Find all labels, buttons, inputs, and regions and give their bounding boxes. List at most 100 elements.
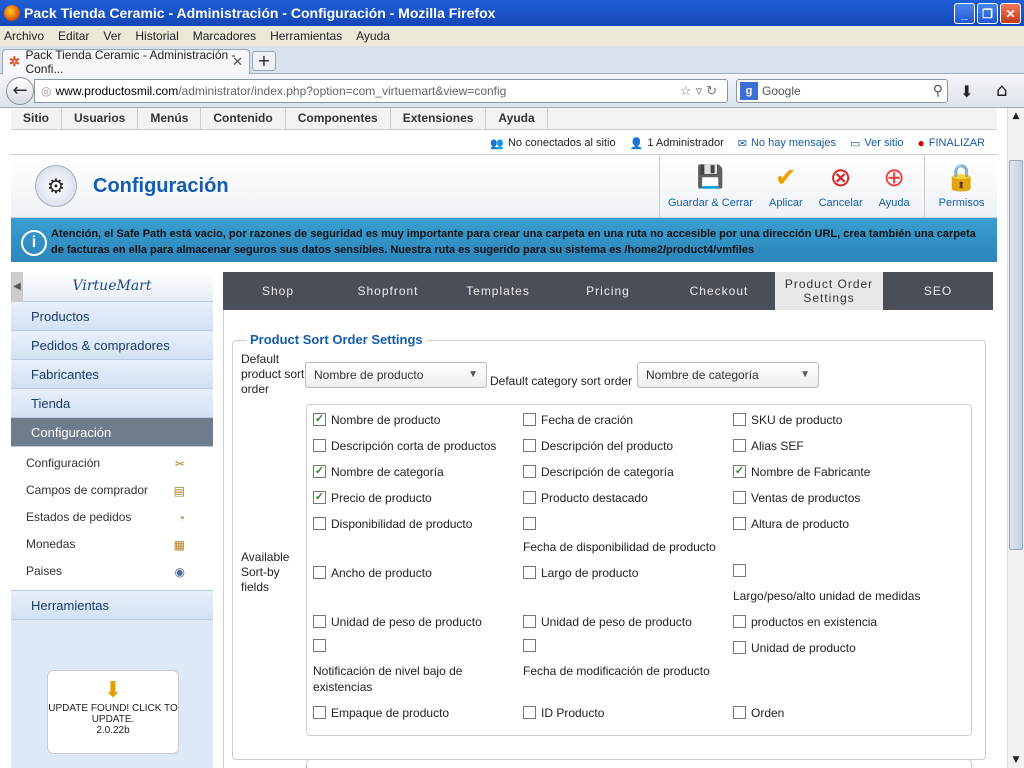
checkbox-producto-destacado[interactable]: Producto destacado (523, 490, 648, 506)
checkbox-descripcion-categoria[interactable]: Descripción de categoría (523, 464, 674, 480)
checkbox-notificacion-existencias[interactable] (313, 638, 331, 652)
checkbox-ancho[interactable]: Ancho de producto (313, 565, 432, 581)
scroll-up-icon[interactable]: ▲ (1008, 108, 1024, 124)
checkbox-box[interactable] (733, 491, 746, 504)
checkbox-box[interactable] (523, 517, 536, 530)
tab-pricing[interactable]: Pricing (553, 272, 663, 310)
menu-ayuda[interactable]: Ayuda (356, 29, 390, 43)
scroll-down-icon[interactable]: ▼ (1008, 752, 1024, 768)
checkbox-box[interactable] (523, 439, 536, 452)
submenu-monedas[interactable]: Monedas ▦ (11, 532, 213, 559)
menu-herramientas[interactable]: Herramientas (270, 29, 342, 43)
checkbox-box[interactable] (313, 639, 326, 652)
checkbox-unidad-peso-2[interactable]: Unidad de peso de producto (523, 614, 692, 630)
checkbox-box[interactable]: ✓ (313, 465, 326, 478)
checkbox-box[interactable] (733, 564, 746, 577)
home-icon[interactable]: ⌂ (996, 80, 1007, 101)
checkbox-box[interactable] (733, 413, 746, 426)
checkbox-box[interactable] (313, 517, 326, 530)
google-icon[interactable]: g (740, 82, 758, 100)
checkbox-sku-producto[interactable]: SKU de producto (733, 412, 842, 428)
default-sort-select[interactable]: Nombre de producto ▼ (305, 362, 487, 388)
sidebar-item-herramientas[interactable]: Herramientas (11, 591, 213, 620)
submenu-campos[interactable]: Campos de comprador ▤ (11, 478, 213, 505)
checkbox-empaque[interactable]: Empaque de producto (313, 705, 449, 721)
collapse-sidebar-icon[interactable]: ◀ (11, 272, 23, 302)
checkbox-box[interactable] (523, 566, 536, 579)
submenu-estados[interactable]: Estados de pedidos ◔ (11, 505, 213, 532)
tab-shopfront[interactable]: Shopfront (333, 272, 443, 310)
permissions-button[interactable]: 🔒 Permisos (923, 155, 993, 217)
checkbox-box[interactable] (733, 706, 746, 719)
save-close-button[interactable]: 💾 Guardar & Cerrar (660, 155, 761, 217)
checkbox-orden[interactable]: Orden (733, 705, 784, 721)
sidebar-item-configuracion[interactable]: Configuración (11, 418, 213, 447)
checkbox-box[interactable] (523, 413, 536, 426)
menu-historial[interactable]: Historial (135, 29, 178, 43)
download-icon[interactable]: ⬇ (960, 82, 973, 101)
tab-close-icon[interactable]: ✕ (232, 54, 243, 70)
checkbox-descripcion-corta[interactable]: Descripción corta de productos (313, 438, 496, 454)
checkbox-nombre-categoria[interactable]: ✓ Nombre de categoría (313, 464, 444, 480)
checkbox-box[interactable] (313, 566, 326, 579)
checkbox-box[interactable] (733, 439, 746, 452)
checkbox-descripcion-producto[interactable]: Descripción del producto (523, 438, 673, 454)
url-bar[interactable]: ◎ www.productosmil.com /administrator/in… (34, 79, 728, 103)
checkbox-box[interactable] (733, 641, 746, 654)
admin-menu-sitio[interactable]: Sitio (11, 108, 62, 129)
checkbox-box[interactable] (313, 439, 326, 452)
checkbox-fecha-modificacion[interactable] (523, 638, 541, 652)
tab-product-order-settings[interactable]: Product Order Settings (775, 272, 883, 310)
tab-shop[interactable]: Shop (223, 272, 333, 310)
checkbox-box[interactable] (523, 491, 536, 504)
checkbox-fecha-creacion[interactable]: Fecha de cración (523, 412, 633, 428)
checkbox-id-producto[interactable]: ID Producto (523, 705, 604, 721)
checkbox-box[interactable] (523, 706, 536, 719)
tab-templates[interactable]: Templates (443, 272, 553, 310)
messages-link[interactable]: ✉ No hay mensajes (738, 137, 836, 150)
menu-archivo[interactable]: Archivo (4, 29, 44, 43)
checkbox-box[interactable]: ✓ (313, 491, 326, 504)
sidebar-item-fabricantes[interactable]: Fabricantes (11, 360, 213, 389)
browser-tab[interactable]: ✲ Pack Tienda Ceramic - Administración -… (2, 48, 250, 76)
search-icon[interactable]: ⚲ (933, 82, 943, 99)
checkbox-box[interactable] (313, 615, 326, 628)
menu-marcadores[interactable]: Marcadores (193, 29, 256, 43)
maximize-button[interactable]: ❐ (977, 3, 998, 24)
admin-menu-extensiones[interactable]: Extensiones (391, 108, 487, 129)
checkbox-box[interactable] (733, 517, 746, 530)
admin-menu-usuarios[interactable]: Usuarios (62, 108, 139, 129)
tab-seo[interactable]: SEO (883, 272, 993, 310)
tab-checkout[interactable]: Checkout (663, 272, 775, 310)
checkbox-ventas-productos[interactable]: Ventas de productos (733, 490, 860, 506)
sidebar-item-tienda[interactable]: Tienda (11, 389, 213, 418)
checkbox-box[interactable]: ✓ (733, 465, 746, 478)
admin-menu-componentes[interactable]: Componentes (286, 108, 391, 129)
checkbox-unidad-medidas[interactable] (733, 563, 751, 577)
view-site-link[interactable]: ▭ Ver sitio (850, 137, 904, 150)
sidebar-item-productos[interactable]: Productos (11, 302, 213, 331)
admin-menu-contenido[interactable]: Contenido (201, 108, 286, 129)
checkbox-nombre-fabricante[interactable]: ✓ Nombre de Fabricante (733, 464, 870, 480)
checkbox-fecha-disponibilidad[interactable] (523, 516, 541, 530)
cancel-button[interactable]: ⊗ Cancelar (811, 155, 871, 217)
submenu-paises[interactable]: Paises ◉ (11, 559, 213, 586)
menu-ver[interactable]: Ver (103, 29, 121, 43)
default-cat-select[interactable]: Nombre de categoría ▼ (637, 362, 819, 388)
checkbox-alias-sef[interactable]: Alias SEF (733, 438, 804, 454)
checkbox-altura[interactable]: Altura de producto (733, 516, 849, 532)
help-button[interactable]: ⊕ Ayuda (871, 155, 918, 217)
logout-link[interactable]: ● FINALIZAR (918, 136, 985, 150)
scroll-thumb[interactable] (1009, 160, 1023, 550)
submenu-configuracion[interactable]: Configuración ✂ (11, 451, 213, 478)
checkbox-disponibilidad[interactable]: Disponibilidad de producto (313, 516, 472, 532)
apply-button[interactable]: ✔ Aplicar (761, 155, 811, 217)
checkbox-existencia[interactable]: productos en existencia (733, 614, 877, 630)
admin-menu-ayuda[interactable]: Ayuda (486, 108, 548, 129)
update-notice[interactable]: ⬇ UPDATE FOUND! CLICK TO UPDATE. 2.0.22b (47, 670, 179, 754)
checkbox-box[interactable] (523, 639, 536, 652)
menu-editar[interactable]: Editar (58, 29, 89, 43)
checkbox-largo[interactable]: Largo de producto (523, 565, 638, 581)
checkbox-nombre-producto[interactable]: ✓ Nombre de producto (313, 412, 440, 428)
checkbox-box[interactable]: ✓ (313, 413, 326, 426)
